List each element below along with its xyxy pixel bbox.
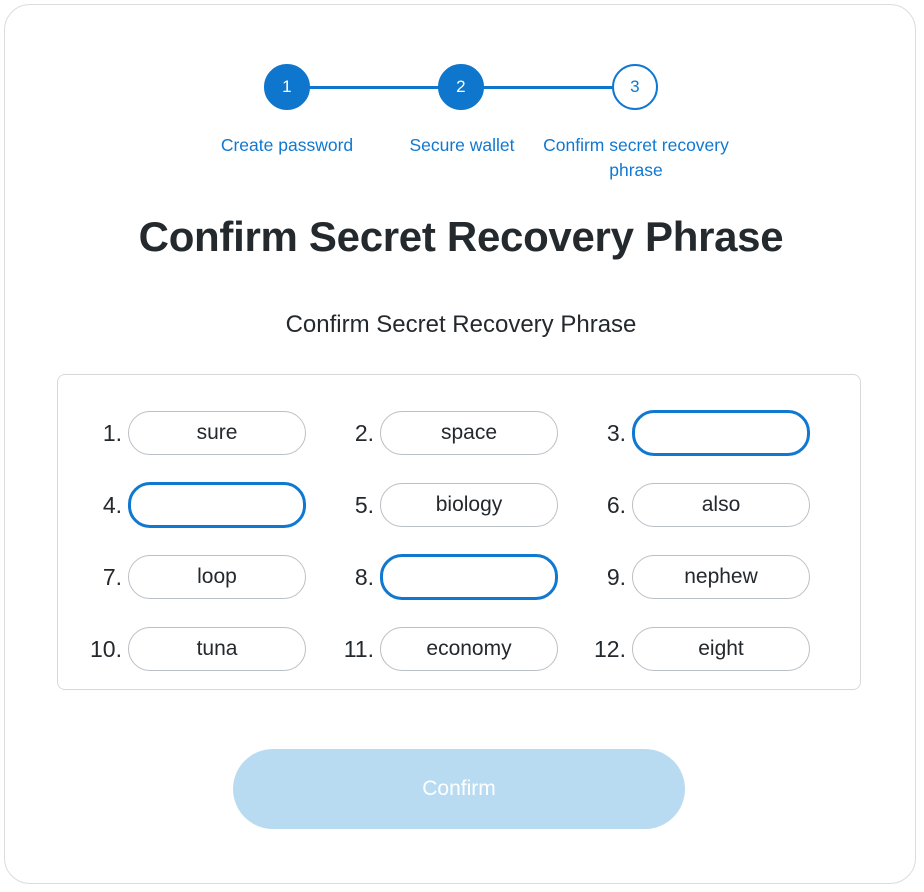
word-input-6[interactable]: also <box>632 483 810 527</box>
stepper-label-confirm-secret-recovery-phrase: Confirm secret recovery phrase <box>543 135 729 180</box>
word-index-1: 1. <box>102 419 122 446</box>
word-input-3[interactable] <box>632 410 810 456</box>
word-index-5: 5. <box>354 491 374 518</box>
word-index-2: 2. <box>354 419 374 446</box>
word-cell-2: 2. space <box>334 411 586 455</box>
word-cell-8: 8. <box>334 554 586 600</box>
word-cell-10: 10. tuna <box>82 627 334 671</box>
recovery-phrase-grid: 1. sure 2. space 3. 4. 5. biology 6. als… <box>82 397 838 685</box>
word-cell-5: 5. biology <box>334 483 586 527</box>
stepper-node-2-number: 2 <box>456 77 466 96</box>
page-subtitle: Confirm Secret Recovery Phrase <box>285 311 637 338</box>
word-input-8[interactable] <box>380 554 558 600</box>
word-cell-7: 7. loop <box>82 555 334 599</box>
word-cell-4: 4. <box>82 482 334 528</box>
word-cell-1: 1. sure <box>82 411 334 455</box>
stepper-node-3[interactable]: 3 <box>612 64 658 110</box>
word-index-9: 9. <box>606 563 626 590</box>
recovery-phrase-panel: 1. sure 2. space 3. 4. 5. biology 6. als… <box>57 374 861 690</box>
stepper-node-1[interactable]: 1 <box>264 64 310 110</box>
progress-stepper: 1 2 3 Create password Secure wallet Conf… <box>5 57 915 180</box>
stepper-node-1-number: 1 <box>282 77 292 96</box>
word-cell-3: 3. <box>586 410 838 456</box>
stepper-label-secure-wallet: Secure wallet <box>409 135 515 155</box>
confirm-button[interactable]: Confirm <box>233 749 685 829</box>
word-index-8: 8. <box>354 563 374 590</box>
word-input-1[interactable]: sure <box>128 411 306 455</box>
word-cell-11: 11. economy <box>334 627 586 671</box>
word-index-6: 6. <box>606 491 626 518</box>
onboarding-card: 1 2 3 Create password Secure wallet Conf… <box>4 4 916 884</box>
stepper-node-2[interactable]: 2 <box>438 64 484 110</box>
page-title: Confirm Secret Recovery Phrase <box>138 213 784 260</box>
stepper-node-3-number: 3 <box>630 77 640 96</box>
word-input-5[interactable]: biology <box>380 483 558 527</box>
word-cell-12: 12. eight <box>586 627 838 671</box>
word-input-12[interactable]: eight <box>632 627 810 671</box>
word-input-11[interactable]: economy <box>380 627 558 671</box>
word-input-10[interactable]: tuna <box>128 627 306 671</box>
word-index-4: 4. <box>102 491 122 518</box>
stepper-track: 1 2 3 <box>5 57 915 117</box>
word-cell-9: 9. nephew <box>586 555 838 599</box>
word-cell-6: 6. also <box>586 483 838 527</box>
word-input-7[interactable]: loop <box>128 555 306 599</box>
word-input-2[interactable]: space <box>380 411 558 455</box>
word-index-11: 11. <box>343 635 374 662</box>
word-index-12: 12. <box>594 635 626 662</box>
word-input-9[interactable]: nephew <box>632 555 810 599</box>
word-index-10: 10. <box>90 635 122 662</box>
word-index-7: 7. <box>102 563 122 590</box>
word-input-4[interactable] <box>128 482 306 528</box>
word-index-3: 3. <box>606 419 626 446</box>
